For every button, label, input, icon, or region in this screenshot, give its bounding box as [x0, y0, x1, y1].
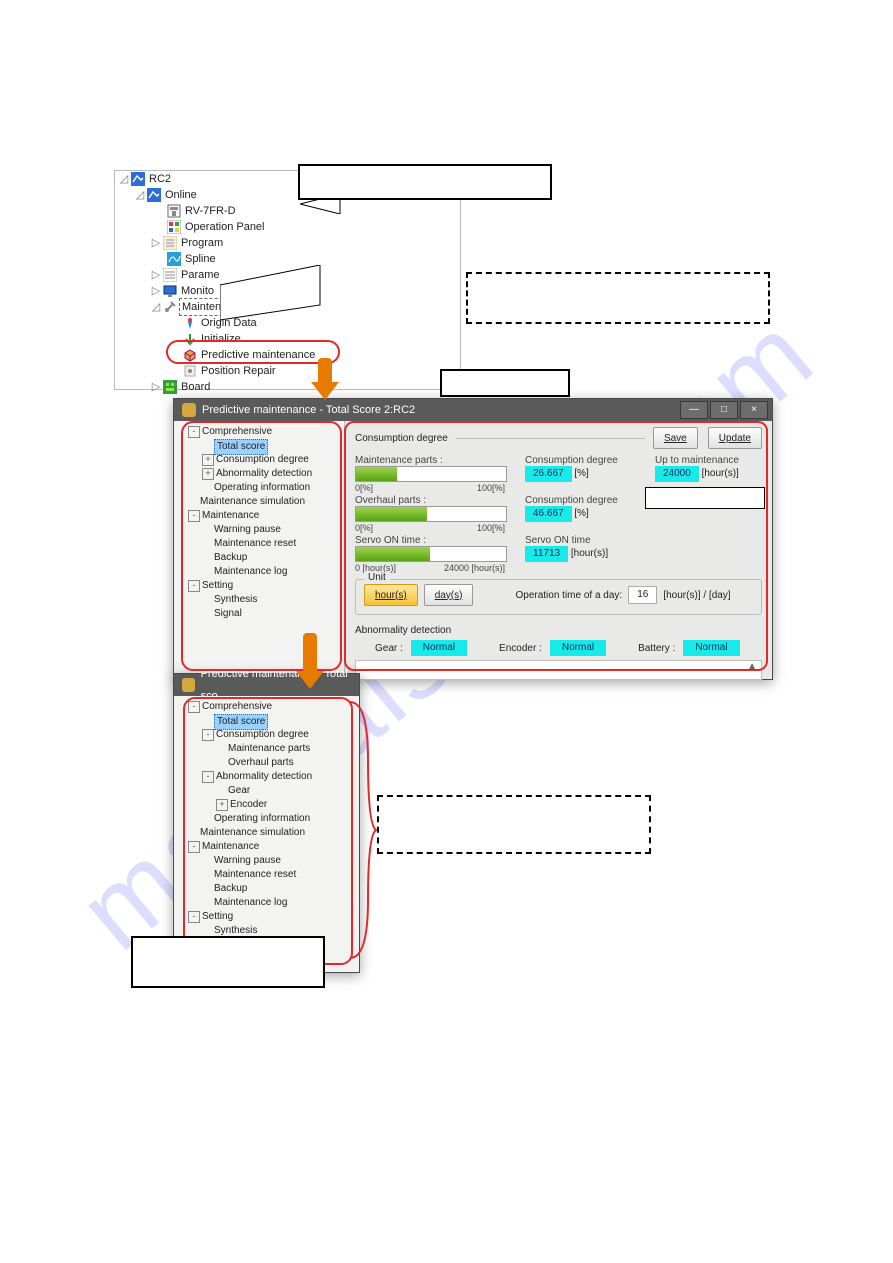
brace-icon: [348, 700, 378, 960]
board-icon: [163, 380, 177, 394]
program-icon: [163, 236, 177, 250]
param-icon: [163, 268, 177, 282]
arrow-2: [295, 633, 325, 693]
note-box-bottom: [377, 795, 651, 854]
note-box-top: [466, 272, 770, 324]
highlight-content: [344, 421, 768, 671]
tree-item-online[interactable]: Online: [163, 187, 197, 203]
pin-icon: [183, 316, 197, 330]
callout-box-bottom: [131, 936, 325, 988]
maint-icon: [163, 300, 177, 314]
app-icon: [182, 403, 196, 417]
callout-box-top: [298, 164, 552, 200]
maximize-button[interactable]: □: [710, 401, 738, 419]
empty-hours-box: [645, 487, 765, 509]
minimize-button[interactable]: —: [680, 401, 708, 419]
highlight-nav-2: [183, 697, 353, 965]
titlebar-2[interactable]: Predictive maintenance - Total sco: [174, 674, 359, 696]
monitor-icon: [163, 284, 177, 298]
robot-icon: [167, 204, 181, 218]
callout-pointer-1: [220, 265, 340, 325]
titlebar[interactable]: Predictive maintenance - Total Score 2:R…: [174, 399, 772, 421]
arrow-1: [310, 358, 340, 403]
window-title: Predictive maintenance - Total Score 2:R…: [202, 399, 415, 421]
close-button[interactable]: ×: [740, 401, 768, 419]
tool-icon: [183, 364, 197, 378]
spline-icon: [167, 252, 181, 266]
app-icon: [182, 678, 195, 692]
tree-root[interactable]: RC2: [147, 171, 171, 187]
rc-icon: [131, 172, 145, 186]
panel-icon: [167, 220, 181, 234]
callout-box-window-title: [440, 369, 570, 397]
tree-item[interactable]: RV-7FR-D: [183, 203, 236, 219]
